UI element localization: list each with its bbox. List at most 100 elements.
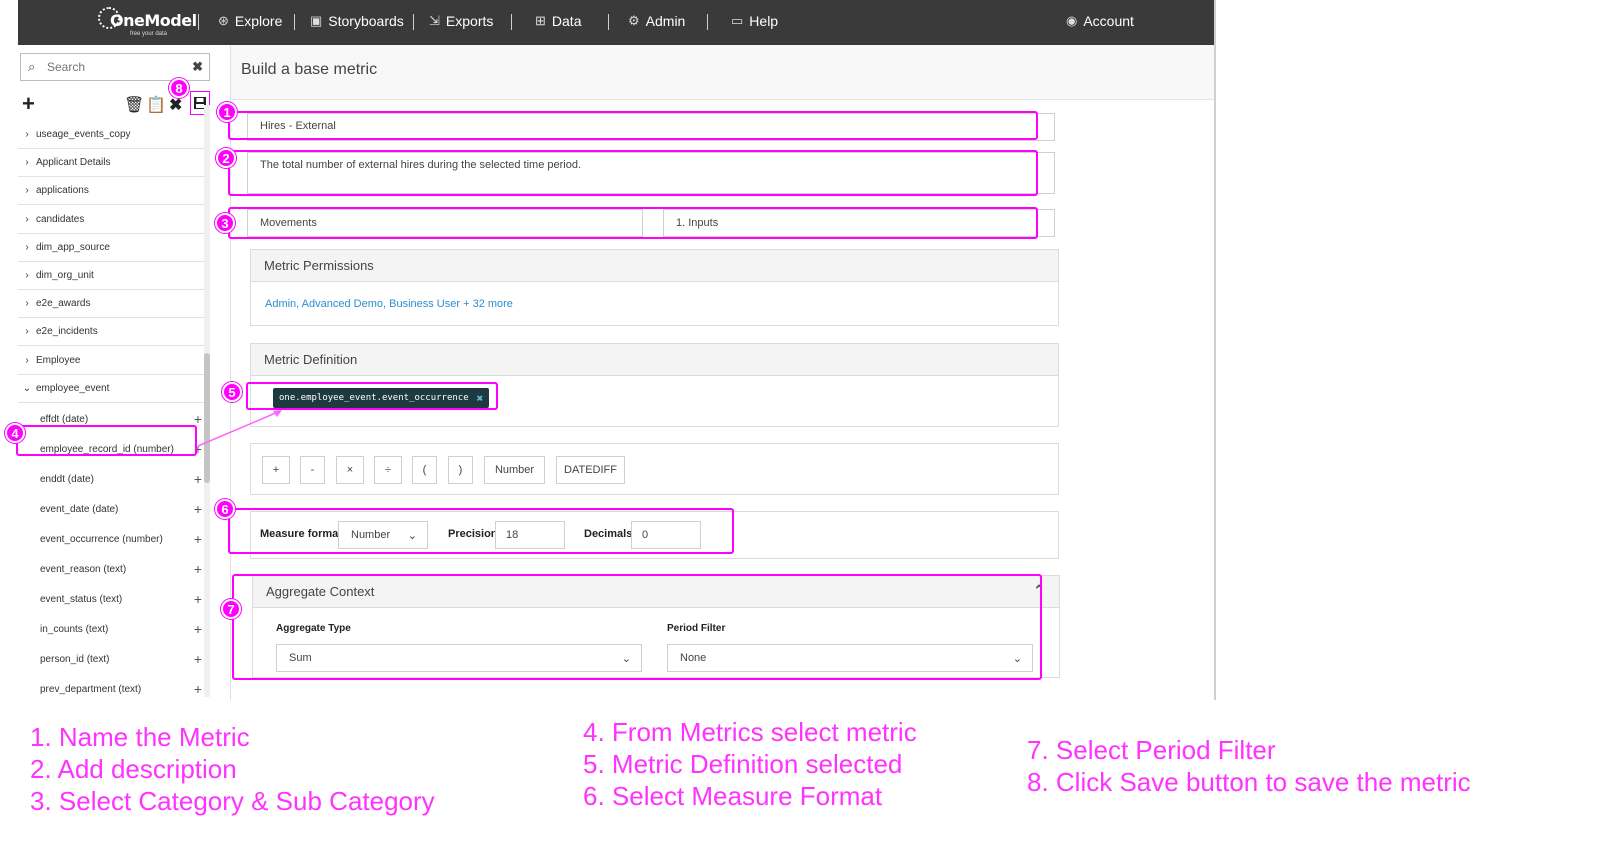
tree-item[interactable]: ⌄ employee_event [18, 375, 204, 403]
tree-item-label: Employee [36, 354, 81, 366]
step-marker-6: 6 [215, 499, 235, 519]
storyboard-icon: ▣ [310, 13, 323, 28]
tree-item-label: e2e_awards [36, 298, 91, 310]
add-icon[interactable]: + [22, 93, 35, 115]
tree-item[interactable]: › useage_events_copy [18, 121, 204, 149]
field-item[interactable]: in_counts (text) + [40, 614, 204, 644]
field-item-label: person_id (text) [40, 653, 110, 665]
nav-help[interactable]: ▭ Help [731, 13, 778, 29]
trash-icon[interactable]: 🗑 [124, 95, 144, 115]
highlight-definition [246, 382, 498, 410]
tree-item-label: applications [36, 185, 89, 197]
chevron-right-icon[interactable]: › [18, 270, 36, 281]
tree-item[interactable]: › Employee [18, 347, 204, 375]
chevron-right-icon[interactable]: › [18, 185, 36, 196]
instruction-6: 6. Select Measure Format [583, 781, 883, 811]
step-marker-1: 1 [217, 102, 237, 122]
nav-divider [511, 14, 512, 30]
tree-item[interactable]: › candidates [18, 206, 204, 234]
tree-item[interactable]: › e2e_incidents [18, 318, 204, 347]
step-marker-8: 8 [169, 78, 189, 98]
logo-tagline: free your data [130, 31, 168, 37]
field-item[interactable]: enddt (date) + [40, 464, 204, 494]
permissions-header: Metric Permissions [251, 250, 1058, 282]
tree-item-label: dim_org_unit [36, 270, 94, 281]
onemodel-logo[interactable]: OneModel free your data [96, 7, 197, 39]
close-paren-button[interactable]: ) [448, 456, 473, 484]
add-field-icon[interactable]: + [194, 471, 202, 487]
definition-header: Metric Definition [251, 344, 1058, 376]
add-field-icon[interactable]: + [194, 681, 202, 697]
tree-item-label: dim_app_source [36, 241, 110, 253]
search-box[interactable]: ⌕ ✖ [20, 53, 210, 81]
highlight-name [228, 111, 1038, 140]
search-icon: ⌕ [28, 59, 36, 74]
chevron-right-icon[interactable]: › [18, 298, 36, 309]
nav-exports[interactable]: ⇲ Exports [429, 13, 493, 29]
highlight-category [228, 207, 1038, 239]
tree-item-label: Applicant Details [36, 157, 111, 169]
field-item-label: event_date (date) [40, 503, 119, 515]
export-icon: ⇲ [429, 13, 440, 28]
highlight-aggregate [232, 574, 1042, 680]
tree-item[interactable]: › applications [18, 177, 204, 206]
tree-item[interactable]: › Applicant Details [18, 149, 204, 178]
add-field-icon[interactable]: + [194, 621, 202, 637]
tree-item[interactable]: › dim_app_source [18, 234, 204, 262]
add-field-icon[interactable]: + [194, 531, 202, 547]
nav-data[interactable]: ⊞ Data [535, 13, 581, 29]
clear-search-icon[interactable]: ✖ [192, 59, 203, 75]
field-item[interactable]: event_status (text) + [40, 584, 204, 614]
instruction-2: 2. Add description [30, 754, 237, 784]
tree-item[interactable]: › e2e_awards [18, 290, 204, 319]
field-item[interactable]: event_date (date) + [40, 494, 204, 524]
datediff-operator-button[interactable]: DATEDIFF [556, 456, 625, 484]
instruction-4: 4. From Metrics select metric [583, 717, 917, 747]
step-marker-4: 4 [5, 423, 25, 443]
close-icon[interactable]: ✖ [169, 95, 182, 115]
highlight-metric-field [16, 425, 197, 456]
tree-item-label: employee_event [36, 382, 110, 394]
field-item-label: event_occurrence (number) [40, 533, 163, 545]
number-operator-button[interactable]: Number [484, 456, 545, 484]
search-input[interactable] [47, 57, 187, 77]
nav-divider [294, 14, 295, 30]
chevron-right-icon[interactable]: › [18, 214, 36, 225]
step-marker-2: 2 [216, 148, 236, 168]
chevron-down-icon[interactable]: ⌄ [18, 383, 36, 394]
paste-icon[interactable]: 📋 [146, 95, 166, 115]
field-item[interactable]: event_occurrence (number) + [40, 524, 204, 554]
add-field-icon[interactable]: + [194, 651, 202, 667]
field-item[interactable]: person_id (text) + [40, 644, 204, 674]
field-item-label: prev_department (text) [40, 683, 142, 695]
sidebar-scrollbar-thumb[interactable] [204, 353, 210, 483]
add-field-icon[interactable]: + [194, 501, 202, 517]
chevron-right-icon[interactable]: › [18, 157, 36, 168]
permissions-link[interactable]: Admin, Advanced Demo, Business User + 32… [265, 298, 513, 310]
field-item-label: event_status (text) [40, 593, 123, 605]
tree-item[interactable]: › dim_org_unit [18, 262, 204, 290]
nav-divider [608, 14, 609, 30]
nav-admin[interactable]: ⚙ Admin [628, 13, 685, 29]
field-item[interactable]: prev_department (text) + [40, 674, 204, 700]
divide-operator-button[interactable]: ÷ [374, 456, 402, 484]
chevron-right-icon[interactable]: › [18, 129, 36, 140]
step-marker-7: 7 [221, 599, 241, 619]
tree-item-label: useage_events_copy [36, 129, 131, 140]
multiply-operator-button[interactable]: × [336, 456, 364, 484]
nav-account[interactable]: ◉ Account [1066, 13, 1134, 29]
field-item[interactable]: event_reason (text) + [40, 554, 204, 584]
add-field-icon[interactable]: + [194, 561, 202, 577]
nav-explore[interactable]: ⊛ Explore [218, 13, 282, 29]
logo-text: OneModel [110, 11, 197, 30]
data-icon: ⊞ [535, 13, 546, 28]
open-paren-button[interactable]: ( [412, 456, 437, 484]
minus-operator-button[interactable]: - [300, 456, 325, 484]
chevron-right-icon[interactable]: › [18, 326, 36, 337]
plus-operator-button[interactable]: + [262, 456, 290, 484]
help-icon: ▭ [731, 13, 744, 28]
add-field-icon[interactable]: + [194, 591, 202, 607]
chevron-right-icon[interactable]: › [18, 242, 36, 253]
nav-storyboards[interactable]: ▣ Storyboards [310, 13, 404, 29]
chevron-right-icon[interactable]: › [18, 355, 36, 366]
